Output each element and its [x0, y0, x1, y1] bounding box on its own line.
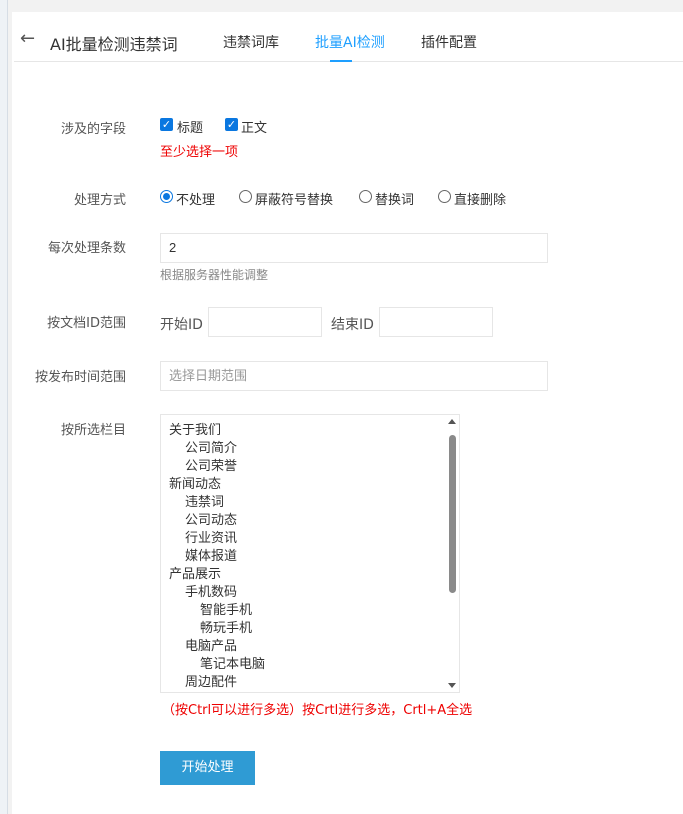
- list-item[interactable]: 行业资讯: [169, 530, 265, 548]
- left-edge: [0, 0, 8, 814]
- date-range-input[interactable]: 选择日期范围: [160, 361, 548, 391]
- tab-batch-ai-check[interactable]: 批量AI检测: [315, 32, 385, 52]
- mode-label: 处理方式: [73, 193, 126, 208]
- page-title: AI批量检测违禁词: [50, 35, 178, 54]
- list-item[interactable]: 笔记本电脑: [169, 656, 265, 674]
- mode-option-delete[interactable]: 直接删除: [454, 189, 506, 208]
- list-item[interactable]: 公司动态: [169, 512, 265, 530]
- end-id-label: 结束ID: [331, 317, 374, 333]
- multiselect-note: （按Ctrl可以进行多选）按Crtl进行多选，Crtl+A全选: [162, 703, 473, 718]
- category-list: 关于我们 公司简介 公司荣誉 新闻动态 违禁词 公司动态 行业资讯 媒体报道 产…: [169, 422, 265, 692]
- mode-option-replace[interactable]: 替换词: [375, 189, 414, 208]
- list-item[interactable]: 手机数码: [169, 584, 265, 602]
- fields-label: 涉及的字段: [60, 122, 126, 137]
- id-range-label: 按文档ID范围: [47, 316, 126, 331]
- batch-size-label: 每次处理条数: [47, 241, 126, 256]
- page-header: ← AI批量检测违禁词 违禁词库 批量AI检测 插件配置: [14, 0, 683, 62]
- mode-option-mask[interactable]: 屏蔽符号替换: [255, 189, 333, 208]
- list-item[interactable]: 新闻动态: [169, 476, 265, 494]
- list-item[interactable]: 公司荣誉: [169, 458, 265, 476]
- title-checkbox[interactable]: ✓: [160, 118, 173, 131]
- start-processing-button[interactable]: 开始处理: [160, 751, 255, 785]
- category-label: 按所选栏目: [60, 423, 126, 438]
- mode-option-none[interactable]: 不处理: [176, 189, 215, 208]
- list-item[interactable]: 产品展示: [169, 566, 265, 584]
- list-item[interactable]: 智能手机: [169, 602, 265, 620]
- list-item[interactable]: 电脑产品: [169, 638, 265, 656]
- fields-error: 至少选择一项: [160, 145, 239, 160]
- list-item[interactable]: 公司简介: [169, 440, 265, 458]
- list-item[interactable]: 周边配件: [169, 674, 265, 692]
- scroll-down-arrow-icon[interactable]: [448, 683, 456, 688]
- active-tab-underline: [330, 60, 352, 62]
- tab-banned-words[interactable]: 违禁词库: [223, 32, 279, 52]
- list-item[interactable]: 畅玩手机: [169, 620, 265, 638]
- batch-size-hint: 根据服务器性能调整: [160, 268, 269, 282]
- mode-radio-mask[interactable]: [239, 190, 252, 203]
- scrollbar-thumb[interactable]: [449, 435, 456, 593]
- body-checkbox[interactable]: ✓: [225, 118, 238, 131]
- list-item[interactable]: 关于我们: [169, 422, 265, 440]
- date-range-label: 按发布时间范围: [34, 370, 126, 385]
- mode-radio-replace[interactable]: [359, 190, 372, 203]
- category-multiselect[interactable]: 关于我们 公司简介 公司荣誉 新闻动态 违禁词 公司动态 行业资讯 媒体报道 产…: [160, 414, 460, 693]
- list-item[interactable]: 违禁词: [169, 494, 265, 512]
- title-checkbox-label[interactable]: 标题: [177, 117, 203, 136]
- mode-radio-none[interactable]: [160, 190, 173, 203]
- tab-plugin-config[interactable]: 插件配置: [421, 32, 477, 52]
- back-arrow-icon[interactable]: ←: [20, 30, 38, 48]
- list-scrollbar[interactable]: [446, 415, 459, 692]
- body-checkbox-label[interactable]: 正文: [241, 117, 267, 136]
- scroll-up-arrow-icon[interactable]: [448, 419, 456, 424]
- list-item[interactable]: 媒体报道: [169, 548, 265, 566]
- end-id-input[interactable]: [379, 307, 493, 337]
- mode-radio-delete[interactable]: [438, 190, 451, 203]
- batch-size-input[interactable]: 2: [160, 233, 548, 263]
- start-id-input[interactable]: [208, 307, 322, 337]
- start-id-label: 开始ID: [160, 317, 203, 333]
